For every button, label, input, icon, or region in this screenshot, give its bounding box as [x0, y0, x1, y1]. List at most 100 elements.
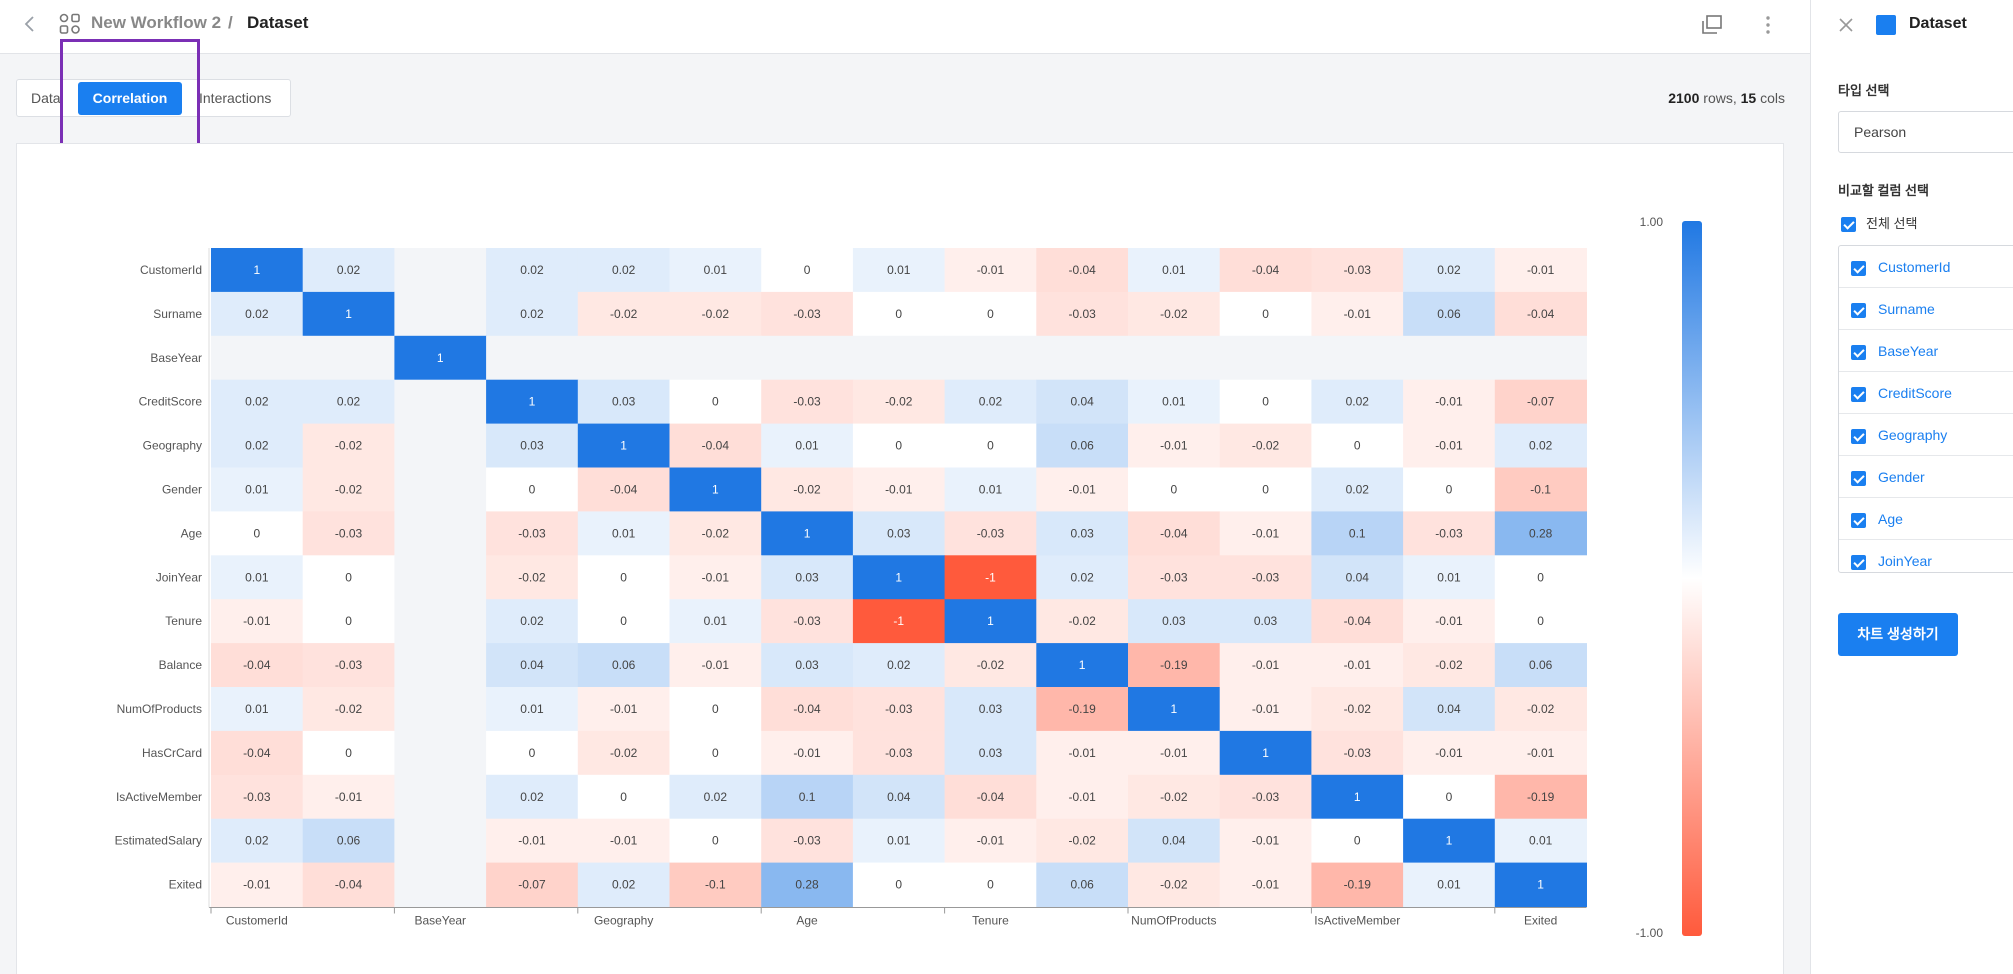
y-tick-label: Surname — [153, 307, 202, 321]
column-option[interactable]: Surname — [1839, 288, 2013, 330]
cell-value-label: -0.01 — [610, 834, 638, 848]
cell-value-label: 0.04 — [1346, 570, 1370, 584]
cell-value-label: -0.03 — [1160, 570, 1188, 584]
tab-data[interactable]: Data — [31, 80, 71, 116]
heatmap-cell — [394, 248, 487, 293]
cell-value-label: -0.02 — [610, 307, 638, 321]
cell-value-label: 1 — [254, 263, 261, 277]
cell-value-label: -0.04 — [243, 658, 271, 672]
cell-value-label: -0.02 — [885, 395, 913, 409]
more-vertical-icon[interactable] — [1756, 13, 1780, 37]
checkbox-icon — [1851, 554, 1866, 570]
copy-window-icon[interactable] — [1700, 13, 1724, 37]
y-tick-label: BaseYear — [150, 351, 202, 365]
y-tick-label: Gender — [162, 482, 202, 496]
cell-value-label: 0.1 — [1349, 526, 1366, 540]
cell-value-label: 0.01 — [887, 834, 911, 848]
cols-label: cols — [1756, 90, 1785, 106]
heatmap-cell — [211, 335, 304, 381]
tab-correlation[interactable]: Correlation — [78, 82, 182, 115]
cell-value-label: -0.03 — [1344, 746, 1372, 760]
column-option[interactable]: Geography — [1839, 414, 2013, 456]
cell-value-label: -0.01 — [1068, 790, 1096, 804]
breadcrumb-workflow[interactable]: New Workflow 2 — [91, 13, 221, 33]
column-option-label: Gender — [1878, 469, 1925, 485]
cell-value-label: -0.02 — [1344, 702, 1372, 716]
cell-value-label: 0.02 — [1346, 482, 1370, 496]
cell-value-label: -0.01 — [1252, 878, 1280, 892]
cell-value-label: -0.07 — [518, 878, 546, 892]
cell-value-label: 1 — [345, 307, 352, 321]
cell-value-label: 0.1 — [799, 790, 816, 804]
cell-value-label: 0 — [254, 526, 261, 540]
y-tick-label: CreditScore — [139, 395, 203, 409]
create-chart-button[interactable]: 차트 생성하기 — [1838, 613, 1958, 656]
cell-value-label: 1 — [529, 395, 536, 409]
cell-value-label: 0.03 — [887, 526, 911, 540]
heatmap-cell — [394, 291, 487, 337]
x-tick-label: Age — [796, 914, 818, 928]
tab-interactions[interactable]: Interactions — [193, 80, 291, 116]
cell-value-label: 1 — [1079, 658, 1086, 672]
cell-value-label: 0.02 — [245, 307, 269, 321]
column-option[interactable]: BaseYear — [1839, 330, 2013, 372]
heatmap-cell — [394, 555, 487, 600]
heatmap-cell — [577, 335, 670, 381]
chevron-left-icon[interactable] — [18, 12, 42, 36]
cell-value-label: 0 — [804, 263, 811, 277]
type-select[interactable]: Pearson — [1838, 111, 2013, 153]
color-scale-min-label: -1.00 — [1636, 926, 1664, 940]
cell-value-label: 0.02 — [337, 395, 361, 409]
cell-value-label: -0.19 — [1527, 790, 1555, 804]
top-bar: New Workflow 2 / Dataset — [0, 0, 1810, 54]
cell-value-label: 0.01 — [245, 702, 269, 716]
cell-value-label: 1 — [620, 439, 627, 453]
x-tick-label: Exited — [1524, 914, 1557, 928]
column-option[interactable]: CreditScore — [1839, 372, 2013, 414]
cell-value-label: 0 — [987, 878, 994, 892]
cell-value-label: 0 — [712, 702, 719, 716]
cell-value-label: -0.02 — [1160, 878, 1188, 892]
cell-value-label: 0 — [620, 614, 627, 628]
column-option[interactable]: CustomerId — [1839, 246, 2013, 288]
cell-value-label: -0.19 — [1160, 658, 1188, 672]
heatmap-cell — [1128, 335, 1221, 381]
column-option[interactable]: Age — [1839, 498, 2013, 540]
x-tick-label: CustomerId — [226, 914, 288, 928]
cell-value-label: -0.03 — [243, 790, 271, 804]
cell-value-label: -0.04 — [1527, 307, 1555, 321]
cell-value-label: 0.03 — [612, 395, 636, 409]
cell-value-label: -0.04 — [702, 439, 730, 453]
cell-value-label: -0.03 — [793, 614, 821, 628]
column-option[interactable]: JoinYear — [1839, 540, 2013, 572]
cell-value-label: 0.01 — [1437, 570, 1461, 584]
cell-value-label: 0.02 — [612, 263, 636, 277]
cell-value-label: 0.28 — [795, 878, 819, 892]
cell-value-label: -0.02 — [335, 482, 363, 496]
close-icon[interactable] — [1835, 14, 1857, 36]
cell-value-label: 0 — [895, 439, 902, 453]
checkbox-icon — [1851, 260, 1866, 276]
cell-value-label: 0.04 — [520, 658, 544, 672]
cell-value-label: -0.02 — [1068, 614, 1096, 628]
cell-value-label: -0.03 — [793, 395, 821, 409]
cell-value-label: -0.01 — [793, 746, 821, 760]
cell-value-label: 0.04 — [1162, 834, 1186, 848]
cell-value-label: 1 — [1354, 790, 1361, 804]
cell-value-label: -0.01 — [885, 482, 913, 496]
checkbox-icon — [1851, 344, 1866, 360]
cell-value-label: 0 — [620, 570, 627, 584]
select-all-checkbox[interactable]: 전체 선택 — [1841, 213, 1917, 233]
cell-value-label: 0.02 — [1070, 570, 1094, 584]
cell-value-label: -0.04 — [977, 790, 1005, 804]
cell-value-label: -0.02 — [1527, 702, 1555, 716]
cell-value-label: -0.01 — [1435, 439, 1463, 453]
heatmap-cell — [944, 335, 1037, 381]
cell-value-label: 1 — [804, 526, 811, 540]
heatmap-cell — [1036, 335, 1129, 381]
checkbox-icon — [1851, 470, 1866, 486]
x-tick-label: IsActiveMember — [1314, 914, 1400, 928]
cell-value-label: -0.19 — [1068, 702, 1096, 716]
column-option[interactable]: Gender — [1839, 456, 2013, 498]
cell-value-label: -0.03 — [518, 526, 546, 540]
